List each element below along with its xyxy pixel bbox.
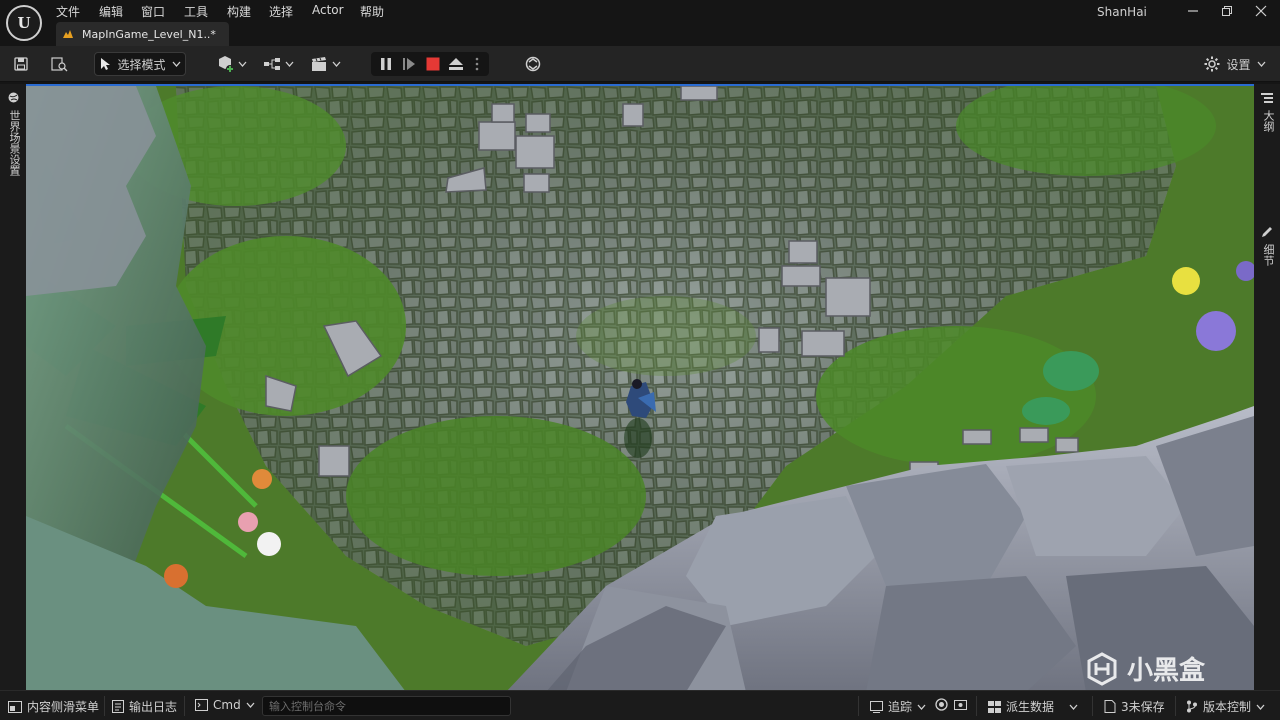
select-mode-dropdown[interactable]: 选择模式 [94, 52, 186, 76]
level-viewport[interactable] [26, 84, 1254, 690]
screenshot-icon[interactable] [954, 698, 967, 710]
settings-button[interactable]: 设置 [1200, 52, 1270, 76]
divider [976, 696, 977, 716]
trace-label: 追踪 [888, 700, 913, 714]
user-name: ShanHai [1097, 5, 1147, 19]
restore-icon[interactable] [1210, 0, 1244, 22]
divider [1175, 696, 1176, 716]
watermark-text: 小黑盒 [1127, 656, 1206, 686]
clapperboard-icon [311, 57, 326, 71]
content-drawer-button[interactable]: 内容侧滑菜单 [8, 698, 99, 715]
blueprint-button[interactable] [261, 52, 295, 76]
branch-icon [1187, 700, 1197, 713]
log-icon [112, 700, 124, 713]
blueprint-icon [263, 58, 280, 70]
settings-label: 设置 [1226, 57, 1251, 72]
eject-icon[interactable] [445, 52, 467, 76]
terminal-icon [195, 699, 208, 711]
cmd-dropdown[interactable]: Cmd [195, 698, 255, 712]
globe-icon [8, 92, 19, 103]
cursor-icon [101, 58, 111, 70]
platforms-icon[interactable] [521, 52, 545, 76]
output-log-label: 输出日志 [129, 700, 178, 714]
more-options-icon[interactable] [470, 52, 484, 76]
minimize-icon[interactable] [1176, 0, 1210, 22]
menu-edit[interactable]: 编辑 [95, 3, 127, 20]
heybox-logo-icon [1087, 651, 1117, 686]
step-forward-icon[interactable] [398, 52, 420, 76]
outliner-tab[interactable]: 大纲 [1260, 110, 1276, 132]
unreal-logo[interactable]: U [6, 5, 42, 41]
gear-icon [1204, 56, 1220, 72]
select-mode-label: 选择模式 [117, 57, 166, 72]
trace-icon [870, 700, 883, 713]
stop-icon[interactable] [422, 52, 444, 76]
chevron-down-icon [246, 702, 255, 708]
outliner-icon [1261, 93, 1273, 103]
menu-help[interactable]: 帮助 [356, 3, 388, 20]
derived-data-button[interactable]: 派生数据 [988, 698, 1078, 715]
world-settings-tab[interactable]: 世界场景设置 [6, 110, 22, 176]
main-toolbar: 选择模式 设置 [0, 46, 1280, 82]
menu-select[interactable]: 选择 [265, 3, 297, 20]
level-icon [63, 30, 73, 38]
divider [104, 696, 105, 716]
source-control-label: 版本控制 [1203, 700, 1252, 714]
browse-icon[interactable] [48, 52, 70, 76]
watermark: 小黑盒 [1085, 650, 1205, 687]
pause-icon[interactable] [375, 52, 397, 76]
close-icon[interactable] [1244, 0, 1278, 22]
content-drawer-icon [8, 700, 22, 713]
derived-data-icon [988, 700, 1001, 713]
derived-data-label: 派生数据 [1006, 700, 1055, 714]
cinematics-button[interactable] [308, 52, 342, 76]
console-command-input[interactable] [262, 696, 511, 716]
pencil-icon [1262, 227, 1272, 237]
play-controls [371, 52, 489, 76]
level-tab-label: MapInGame_Level_N1..* [82, 27, 216, 41]
chevron-down-icon [1256, 704, 1265, 710]
title-bar: U 文件 编辑 窗口 工具 构建 选择 Actor 帮助 ShanHai Map… [0, 0, 1280, 46]
source-control-dropdown[interactable]: 版本控制 [1186, 698, 1265, 715]
chevron-down-icon [332, 61, 340, 67]
unsaved-label: 3未保存 [1121, 700, 1165, 714]
menu-build[interactable]: 构建 [223, 3, 255, 20]
divider [184, 696, 185, 716]
level-tab[interactable]: MapInGame_Level_N1..* [56, 22, 229, 46]
chevron-down-icon [285, 61, 293, 67]
menu-window[interactable]: 窗口 [137, 3, 169, 20]
status-bar: 内容侧滑菜单 输出日志 Cmd 追踪 派生数据 3未保存 版本控制 [0, 690, 1280, 720]
chevron-down-icon [917, 704, 926, 710]
unsaved-file-icon [1104, 700, 1116, 713]
game-scene-render[interactable] [26, 86, 1254, 690]
output-log-button[interactable]: 输出日志 [112, 698, 177, 715]
chevron-down-icon [1257, 61, 1265, 67]
menu-file[interactable]: 文件 [52, 3, 84, 20]
unsaved-button[interactable]: 3未保存 [1104, 698, 1165, 715]
chevron-down-icon [172, 61, 180, 67]
right-side-panel: 大纲 细节 [1254, 84, 1280, 690]
record-icon[interactable] [935, 698, 948, 711]
save-icon[interactable] [10, 52, 32, 76]
details-tab[interactable]: 细节 [1260, 244, 1276, 266]
content-drawer-label: 内容侧滑菜单 [27, 700, 100, 714]
add-actor-icon [218, 56, 234, 73]
chevron-down-icon [1069, 704, 1078, 710]
chevron-down-icon [238, 61, 246, 67]
trace-dropdown[interactable]: 追踪 [870, 698, 926, 715]
cmd-label: Cmd [213, 698, 241, 712]
left-side-panel: 世界场景设置 [0, 84, 26, 690]
divider [1092, 696, 1093, 716]
menu-tools[interactable]: 工具 [180, 3, 212, 20]
divider [858, 696, 859, 716]
menu-actor[interactable]: Actor [308, 3, 348, 17]
add-actor-button[interactable] [214, 52, 248, 76]
